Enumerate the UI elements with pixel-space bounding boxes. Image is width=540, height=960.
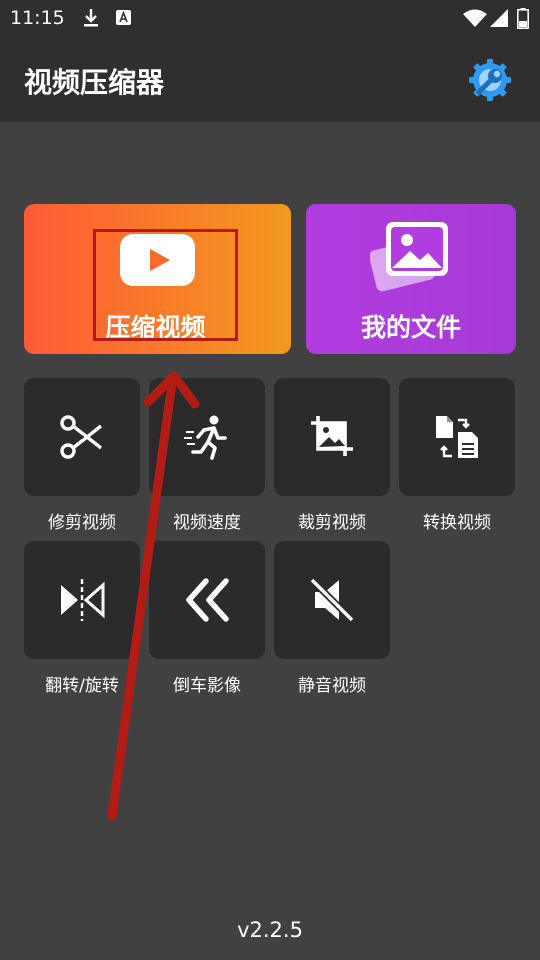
- annotation-arrow: [107, 371, 200, 821]
